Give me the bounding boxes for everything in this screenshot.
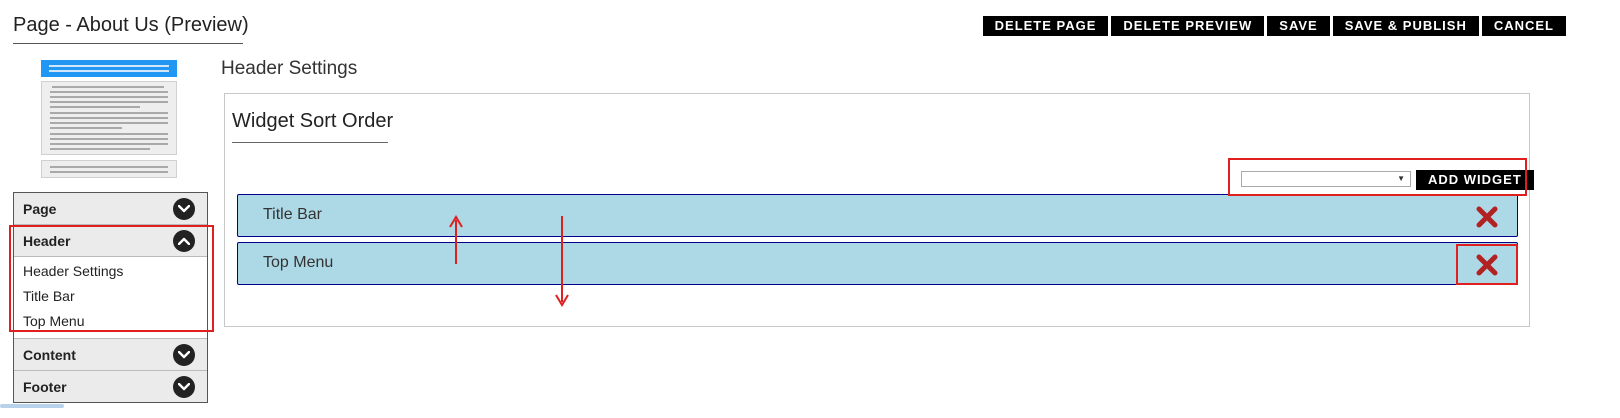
save-and-publish-button[interactable]: SAVE & PUBLISH xyxy=(1332,16,1479,36)
sidebar-item-header-settings[interactable]: Header Settings xyxy=(23,259,207,284)
accordion-section-content[interactable]: Content xyxy=(14,339,207,371)
widget-label: Title Bar xyxy=(263,206,322,223)
accordion-section-label: Content xyxy=(23,346,76,363)
add-widget-button[interactable]: ADD WIDGET xyxy=(1416,170,1534,190)
page-actions-toolbar: DELETE PAGE DELETE PREVIEW SAVE SAVE & P… xyxy=(982,16,1566,36)
accordion-section-page[interactable]: Page xyxy=(14,193,207,225)
page-title: Page - About Us (Preview) xyxy=(13,14,249,44)
widget-sort-panel: Widget Sort Order ▼ ADD WIDGET Title Bar… xyxy=(224,93,1534,327)
accordion-section-label: Header xyxy=(23,232,71,249)
chevron-up-icon[interactable] xyxy=(173,229,195,252)
section-title: Header Settings xyxy=(221,58,358,79)
accordion-section-footer[interactable]: Footer xyxy=(14,371,207,402)
delete-page-button[interactable]: DELETE PAGE xyxy=(982,16,1109,36)
delete-preview-button[interactable]: DELETE PREVIEW xyxy=(1111,16,1265,36)
thumbnail-header-block xyxy=(41,60,177,77)
thumbnail-footer-block xyxy=(41,160,177,178)
widget-row-title-bar[interactable]: Title Bar xyxy=(237,194,1518,237)
chevron-down-icon[interactable] xyxy=(173,343,195,366)
chevron-down-icon[interactable] xyxy=(173,375,195,398)
panel-title: Widget Sort Order xyxy=(232,110,393,143)
accordion-section-label: Page xyxy=(23,200,57,217)
horizontal-scrollbar[interactable] xyxy=(0,404,64,408)
close-icon[interactable] xyxy=(1475,205,1499,229)
cancel-button[interactable]: CANCEL xyxy=(1481,16,1566,36)
thumbnail-content-block xyxy=(41,81,177,155)
sidebar-item-title-bar[interactable]: Title Bar xyxy=(23,284,207,309)
sidebar-item-top-menu[interactable]: Top Menu xyxy=(23,309,207,334)
header-subitems: Header Settings Title Bar Top Menu xyxy=(14,257,207,339)
chevron-down-icon[interactable] xyxy=(173,197,195,220)
widget-row-top-menu[interactable]: Top Menu xyxy=(237,242,1518,285)
save-button[interactable]: SAVE xyxy=(1267,16,1330,36)
widget-label: Top Menu xyxy=(263,254,334,271)
section-accordion: Page Header Header Settings Title Bar To… xyxy=(13,192,208,403)
page-layout-thumbnail xyxy=(41,60,177,178)
accordion-section-header[interactable]: Header xyxy=(14,225,207,257)
close-icon[interactable] xyxy=(1475,253,1499,277)
dropdown-arrow-icon: ▼ xyxy=(1397,174,1405,183)
widget-type-select[interactable]: ▼ xyxy=(1241,171,1411,187)
accordion-section-label: Footer xyxy=(23,378,67,395)
